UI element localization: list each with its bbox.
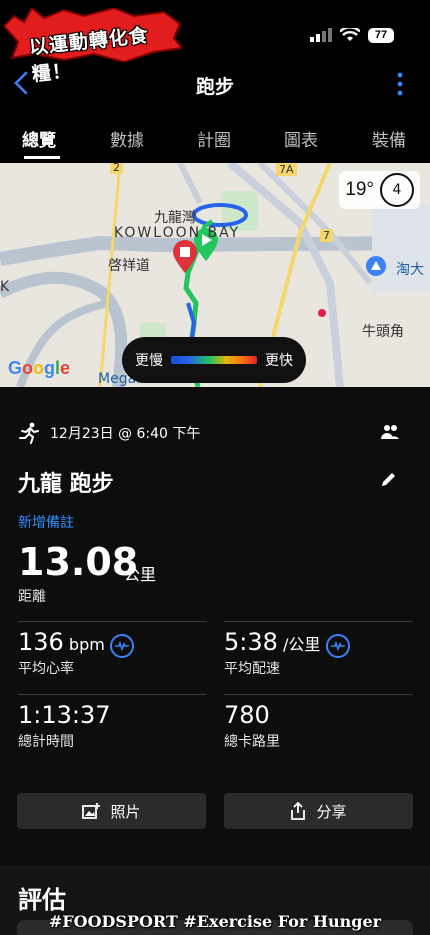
tab-laps[interactable]: 計圈 [197,108,231,151]
tab-data[interactable]: 數據 [110,108,144,151]
pencil-icon [382,473,395,486]
share-button[interactable]: 分享 [224,793,413,829]
wifi-icon [340,28,360,41]
add-note-link[interactable]: 新增備註 [18,512,74,532]
photos-label: 照片 [110,802,141,821]
stat-calories: 780 [224,701,270,729]
stat-value: 136 [18,628,64,656]
divider [18,621,207,622]
stat-value: 780 [224,701,270,729]
legend-fast-label: 更快 [265,353,293,369]
stat-label: 總計時間 [18,734,74,750]
distance-label: 距離 [18,589,46,605]
stat-unit: bpm [68,635,105,654]
share-label: 分享 [316,802,347,821]
people-icon [381,425,399,439]
speed-gradient-bar [171,356,257,364]
map-route-7a-badge: 7A [276,163,297,176]
map-label-ngau-tau-kok: 牛頭角 [362,324,404,340]
share-icon [291,802,306,820]
google-logo: Google [8,358,71,378]
speed-legend: 更慢 更快 [122,337,306,383]
stat-unit: /公里 [283,635,321,654]
stat-avg-hr: 136 bpm [18,628,134,658]
pace-chart-icon[interactable] [325,633,350,658]
map-label-road: 啓祥道 [108,258,150,274]
stat-value: 5:38 [224,628,278,656]
status-bar: 以運動轉化食糧！ 77 [0,0,430,86]
stat-label: 平均配速 [224,661,280,677]
tab-gear[interactable]: 裝備 [372,108,406,151]
battery-icon: 77 [368,27,394,43]
distance-unit: 公里 [124,565,157,584]
activity-date: 12月23日 @ 6:40 下午 [50,426,201,442]
divider [224,694,413,695]
people-button[interactable] [380,424,400,444]
temperature: 19° [345,179,374,200]
tab-overview[interactable]: 總覽 [22,108,56,151]
divider [224,621,413,622]
map-label-k: K [0,279,10,295]
wind-speed: 4 [392,182,402,198]
evaluation-title: 評估 [18,886,66,914]
photos-button[interactable]: 照片 [17,793,206,829]
wind-icon: 4 [380,173,414,207]
edit-title-button[interactable] [380,470,398,492]
active-tab-indicator [24,156,60,159]
map-route-7-badge: 7 [320,229,333,242]
system-icons: 77 [310,26,394,44]
activity-title: 九龍 跑步 [18,472,114,497]
page-title: 跑步 [195,76,234,98]
promo-banner: 以運動轉化食糧！ [4,8,182,86]
map-label-kowloon-bay-cn: 九龍灣 [154,210,196,226]
map-label-kowloon-bay-en: KOWLOON BAY [114,225,241,241]
stat-label: 平均心率 [18,661,74,677]
tab-charts[interactable]: 圖表 [284,108,318,151]
legend-slow-label: 更慢 [135,353,163,369]
stat-avg-pace: 5:38 /公里 [224,628,350,658]
map-route-2-badge: 2 [110,163,123,174]
distance-value: 13.08 [18,540,139,584]
running-icon [19,422,39,444]
activity-date-row: 12月23日 @ 6:40 下午 [18,422,200,444]
stat-total-time: 1:13:37 [18,701,111,729]
map-label-amoy: 淘大 [396,262,424,278]
heart-rate-icon[interactable] [109,633,134,658]
divider [18,694,207,695]
stat-label: 總卡路里 [224,734,280,750]
watermark-text: #FOODSPORT #Exercise For Hunger [48,912,382,931]
signal-icon [310,28,332,42]
stat-value: 1:13:37 [18,701,111,729]
more-vertical-icon [397,72,403,96]
more-options-button[interactable] [392,72,408,96]
add-photo-icon [82,803,101,819]
route-map[interactable]: 九龍灣 KOWLOON BAY 啓祥道 牛頭角 淘大 Megabox K 2 7… [0,163,430,387]
weather-badge: 19° 4 [339,171,420,209]
